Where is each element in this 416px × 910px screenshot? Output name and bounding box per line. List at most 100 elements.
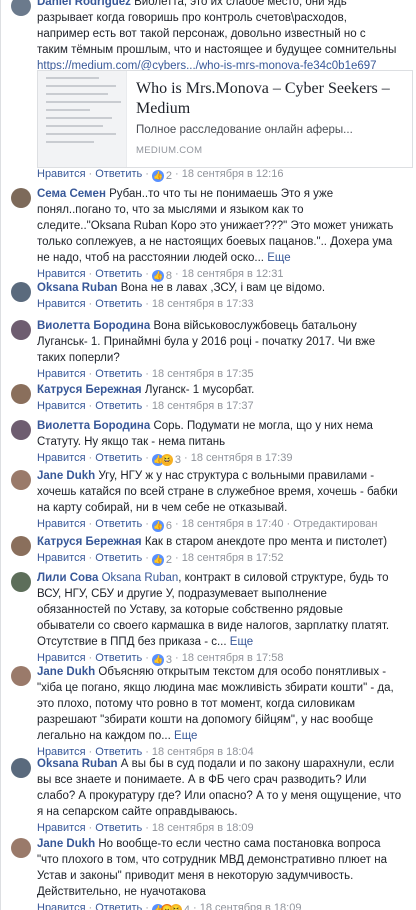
avatar[interactable] [11,758,31,778]
comment-timestamp[interactable]: 18 сентября в 17:39 [191,452,293,464]
comment: Oksana Ruban А вы бы в суд подали и по з… [11,756,410,836]
comment-timestamp[interactable]: 18 сентября в 17:37 [152,400,254,412]
reply-link[interactable]: Ответить [95,518,142,530]
comment-author[interactable]: Виолетта Бородина [37,420,150,432]
comment-author[interactable]: Катруся Бережная [37,536,142,548]
comment-actions-row: Нравится · Ответить · 👍 6 · 18 сентября в 17:40… [37,518,378,534]
comment-body: Катруся Бережная Как в старом анекдоте п… [37,534,410,550]
like-link[interactable]: Нравится [37,368,86,380]
comment-text-line: понял..погано то, что за мыслями и языко… [37,204,304,216]
comment-author[interactable]: Лили Сова [37,572,98,584]
comment-body: Oksana Ruban Вона не в лавах ,ЗСУ, і вам… [37,280,410,296]
comment-actions-row: Нравится · Ответить · 18 сентября в 17:33 [37,298,254,310]
avatar[interactable] [11,282,31,302]
avatar[interactable] [11,838,31,858]
comment-text-line: Сорь. Подумати не могла, що у них нема [153,420,373,432]
reply-link[interactable]: Ответить [95,902,142,910]
comment-author[interactable]: Jane Dukh [37,666,95,678]
link-preview-card[interactable]: Who is Mrs.Monova – Cyber Seekers – Medi… [37,70,413,168]
avatar[interactable] [11,536,31,556]
comment: Daniel Rodriguez Виолетта, это их слабое… [11,0,410,74]
comment: Jane Dukh Угу, НГУ ж у нас структура с в… [11,468,410,534]
comment-author[interactable]: Jane Dukh [37,470,95,482]
comment-text-line: Статуту. Ну якщо так - нема питань [37,436,226,448]
comment-mention[interactable]: Oksana Ruban [102,572,179,584]
reactions-summary[interactable]: 👍 6 [151,518,172,534]
like-link[interactable]: Нравится [37,452,86,464]
reply-link[interactable]: Ответить [95,652,142,664]
like-link[interactable]: Нравится [37,822,86,834]
see-more-link[interactable]: Еще [267,252,290,264]
reply-link[interactable]: Ответить [95,368,142,380]
comment-actions-row: Нравится · Ответить · 18 сентября в 17:35 [37,368,254,380]
like-link[interactable]: Нравится [37,518,86,530]
laugh-reaction-icon: 😆 [160,454,173,467]
avatar[interactable] [11,188,31,208]
comment-timestamp[interactable]: 18 сентября в 17:35 [152,368,254,380]
comment-body: Лили Сова Oksana Ruban, контракт в силов… [37,570,410,650]
avatar[interactable] [11,666,31,686]
comment-author[interactable]: Daniel Rodriguez [37,0,131,8]
like-link[interactable]: Нравится [37,400,86,412]
reply-link[interactable]: Ответить [95,822,142,834]
comment-body: Сема Семен Рубан..то что ты не понимаешь… [37,186,410,266]
reply-link[interactable]: Ответить [95,298,142,310]
like-link[interactable]: Нравится [37,268,86,280]
avatar[interactable] [11,320,31,340]
reactions-summary[interactable]: 👍 2 [151,552,172,568]
see-more-link[interactable]: Еще [230,636,253,648]
comment-actions-row: Нравится · Ответить · 18 сентября в 18:09 [37,822,254,834]
avatar[interactable] [11,470,31,490]
reply-link[interactable]: Ответить [95,552,142,564]
reactions-summary[interactable]: 👍😆 3 [151,452,181,468]
comment-text-line: , контракт в силовой структуре, будь то [178,572,389,584]
comment-timestamp[interactable]: 18 сентября в 18:09 [152,822,254,834]
comment-body: Daniel Rodriguez Виолетта, это их слабое… [37,0,410,74]
comment-timestamp[interactable]: 18 сентября в 17:52 [182,552,284,564]
like-link[interactable]: Нравится [37,902,86,910]
comment-author[interactable]: Сема Семен [37,188,106,200]
comment-timestamp[interactable]: 18 сентября в 17:33 [152,298,254,310]
comment-timestamp[interactable]: 18 сентября в 17:40 [182,518,284,530]
avatar[interactable] [11,384,31,404]
link-preview-thumbnail [38,71,127,167]
reactions-summary[interactable]: 👍 2 [151,168,172,184]
like-link[interactable]: Нравится [37,552,86,564]
like-link[interactable]: Нравится [37,168,86,180]
avatar[interactable] [11,0,31,16]
comment-text-line: следите.."Oksana Ruban Коро это унижает?… [37,220,394,232]
comment-text-line: А вы бы в суд подали и по закону шарахну… [120,758,395,770]
comment-text-line: Виолетта, это их слабое место, они ядь [134,0,347,8]
comment-timestamp[interactable]: 18 сентября в 18:09 [200,902,302,910]
see-more-link[interactable]: Еще [174,730,197,742]
reply-link[interactable]: Ответить [95,268,142,280]
comment-author[interactable]: Oksana Ruban [37,758,118,770]
comment-body: Jane Dukh Объясняю открытым текстом для … [37,664,410,744]
comment-text-line: например есть вот такой персонаж, доволь… [37,28,366,40]
comment-text-line: Вона не в лавах ,ЗСУ, і вам це відомо. [120,282,326,294]
avatar[interactable] [11,420,31,440]
avatar[interactable] [11,572,31,592]
comment-text-line: это плохо, потому что ровно в тот момент… [37,698,355,710]
like-link[interactable]: Нравится [37,652,86,664]
comment-author[interactable]: Виолетта Бородина [37,320,150,332]
like-link[interactable]: Нравится [37,298,86,310]
reactions-summary[interactable]: 👍😠😆 4 [151,902,190,910]
comment: Jane Dukh Объясняю открытым текстом для … [11,664,410,760]
comment-actions-row: Нравится · Ответить · 👍😠😆 4 · 18 сентября в 18:… [37,900,410,910]
link-preview-description: Полное расследование онлайн аферы... [136,124,353,136]
reply-link[interactable]: Ответить [95,452,142,464]
comment-author[interactable]: Jane Dukh [37,838,95,850]
comment-text-line: разрешают "збирати кошти на допомогу бій… [37,714,374,726]
comment-text-line: Но вообще-то если честно сама постановка… [98,838,381,850]
comment-timestamp[interactable]: 18 сентября в 12:16 [182,168,284,180]
comment-timestamp[interactable]: 18 сентября в 12:31 [182,268,284,280]
comments-thread: Daniel Rodriguez Виолетта, это их слабое… [0,0,416,910]
comment-author[interactable]: Катруся Бережная [37,384,142,396]
like-reaction-icon: 👍 [151,170,164,183]
comment-author[interactable]: Oksana Ruban [37,282,118,294]
reply-link[interactable]: Ответить [95,400,142,412]
reply-link[interactable]: Ответить [95,168,142,180]
comment-timestamp[interactable]: 18 сентября в 17:58 [182,652,284,664]
edited-label[interactable]: Отредактирован [293,518,377,530]
